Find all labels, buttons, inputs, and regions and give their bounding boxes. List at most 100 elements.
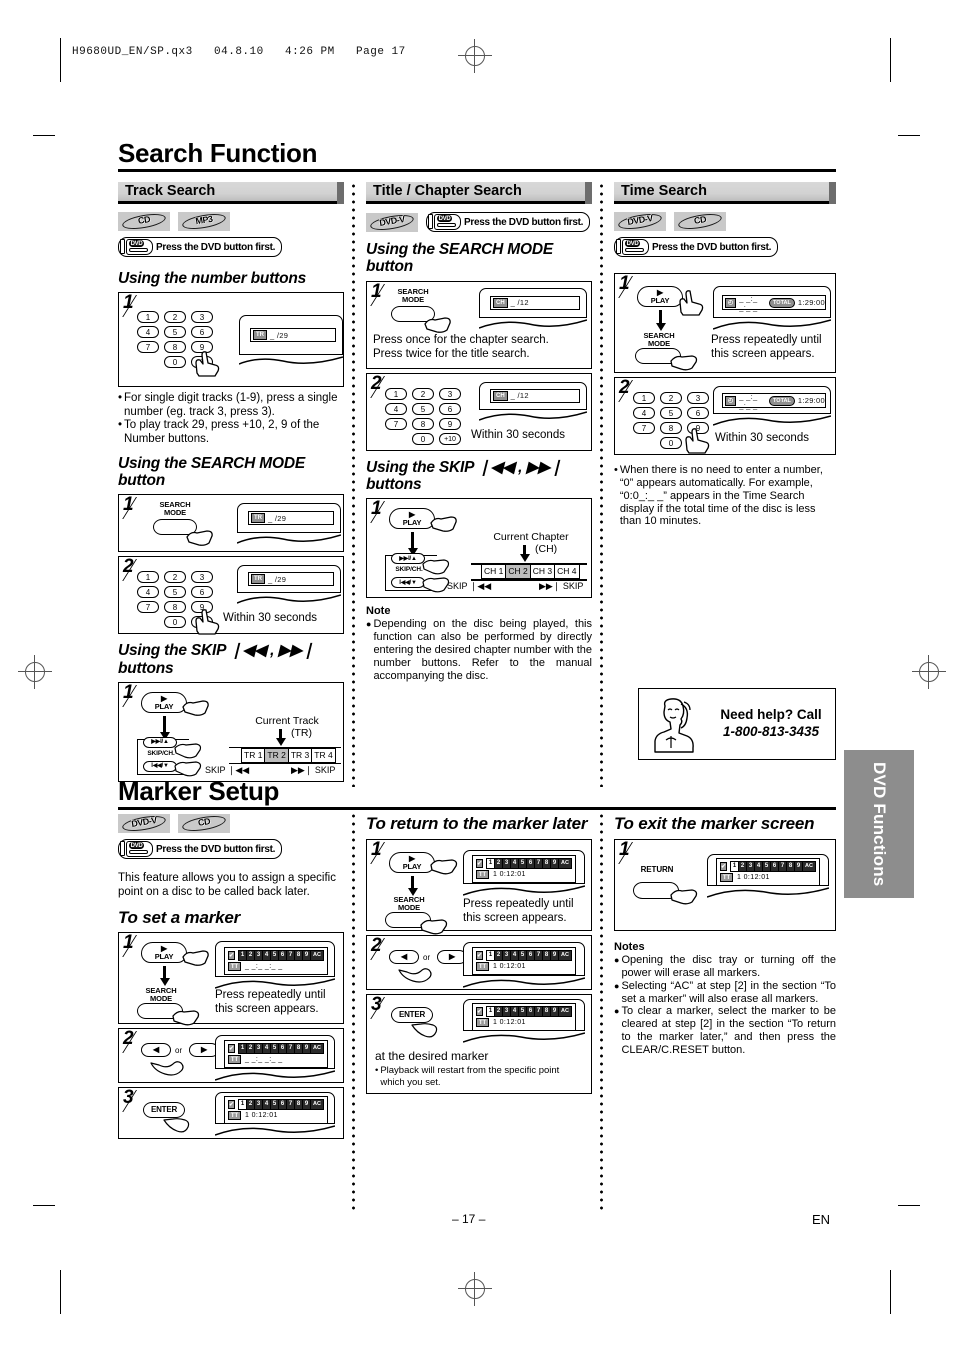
marker-cell-8[interactable]: 8: [543, 859, 552, 869]
key-6[interactable]: 6: [191, 326, 213, 339]
key-5[interactable]: 5: [660, 407, 682, 419]
marker-cell-9[interactable]: 9: [795, 862, 804, 872]
marker-cell-7[interactable]: 7: [287, 951, 296, 961]
key-2[interactable]: 2: [412, 387, 434, 400]
marker-cell-6[interactable]: 6: [279, 1100, 288, 1110]
key-9[interactable]: 9: [439, 417, 461, 430]
marker-cell-ac[interactable]: AC: [559, 951, 572, 961]
key-7[interactable]: 7: [137, 341, 159, 354]
key-6[interactable]: 6: [191, 586, 213, 599]
marker-cell-3[interactable]: 3: [255, 1100, 264, 1110]
marker-cell-8[interactable]: 8: [543, 1007, 552, 1017]
key-plus10[interactable]: +10: [439, 432, 461, 445]
key-8[interactable]: 8: [164, 341, 186, 354]
marker-cell-2[interactable]: 2: [495, 951, 504, 961]
marker-cell-5[interactable]: 5: [271, 951, 280, 961]
marker-cell-2[interactable]: 2: [739, 862, 748, 872]
marker-cell-7[interactable]: 7: [535, 859, 544, 869]
key-2[interactable]: 2: [660, 392, 682, 404]
marker-cell-6[interactable]: 6: [279, 1044, 288, 1054]
marker-cell-2[interactable]: 2: [247, 1100, 256, 1110]
marker-cell-ac[interactable]: AC: [311, 1100, 324, 1110]
marker-cell-8[interactable]: 8: [295, 951, 304, 961]
key-6[interactable]: 6: [687, 407, 709, 419]
marker-cell-7[interactable]: 7: [779, 862, 788, 872]
key-1[interactable]: 1: [385, 387, 407, 400]
skip-down-button[interactable]: I◀◀/▼: [143, 761, 177, 773]
marker-cell-8[interactable]: 8: [787, 862, 796, 872]
marker-cell-1-selected[interactable]: 1: [731, 862, 740, 872]
key-2[interactable]: 2: [164, 311, 186, 324]
marker-cell-8[interactable]: 8: [295, 1044, 304, 1054]
key-0[interactable]: 0: [164, 616, 186, 629]
key-0[interactable]: 0: [164, 356, 186, 369]
key-2[interactable]: 2: [164, 571, 186, 584]
marker-cell-ac[interactable]: AC: [311, 951, 324, 961]
marker-cell-8[interactable]: 8: [543, 951, 552, 961]
key-0[interactable]: 0: [660, 437, 682, 449]
marker-cell-ac[interactable]: AC: [559, 1007, 572, 1017]
marker-cell-4[interactable]: 4: [263, 1100, 272, 1110]
key-3[interactable]: 3: [439, 387, 461, 400]
marker-cell-ac[interactable]: AC: [803, 862, 816, 872]
key-3[interactable]: 3: [191, 571, 213, 584]
marker-cell-9[interactable]: 9: [303, 1044, 312, 1054]
key-4[interactable]: 4: [137, 326, 159, 339]
marker-cell-6[interactable]: 6: [527, 951, 536, 961]
marker-cell-4[interactable]: 4: [263, 951, 272, 961]
marker-cell-3[interactable]: 3: [503, 859, 512, 869]
key-4[interactable]: 4: [385, 402, 407, 415]
key-8[interactable]: 8: [164, 601, 186, 614]
marker-cell-5[interactable]: 5: [763, 862, 772, 872]
marker-cell-8[interactable]: 8: [295, 1100, 304, 1110]
key-4[interactable]: 4: [137, 586, 159, 599]
marker-cell-2[interactable]: 2: [495, 1007, 504, 1017]
marker-cell-1-selected[interactable]: 1: [487, 951, 496, 961]
marker-cell-3[interactable]: 3: [255, 951, 264, 961]
key-1[interactable]: 1: [633, 392, 655, 404]
marker-cell-7[interactable]: 7: [287, 1044, 296, 1054]
marker-cell-3[interactable]: 3: [255, 1044, 264, 1054]
marker-cell-1-selected[interactable]: 1: [239, 1100, 248, 1110]
key-7[interactable]: 7: [137, 601, 159, 614]
marker-cell-4[interactable]: 4: [511, 1007, 520, 1017]
marker-cell-3[interactable]: 3: [747, 862, 756, 872]
marker-cell-4[interactable]: 4: [511, 951, 520, 961]
marker-cell-6[interactable]: 6: [527, 859, 536, 869]
key-3[interactable]: 3: [687, 392, 709, 404]
marker-cell-2[interactable]: 2: [247, 951, 256, 961]
key-8[interactable]: 8: [412, 417, 434, 430]
marker-cell-6[interactable]: 6: [527, 1007, 536, 1017]
key-0[interactable]: 0: [412, 432, 434, 445]
marker-cell-9[interactable]: 9: [303, 951, 312, 961]
marker-cell-9[interactable]: 9: [551, 859, 560, 869]
key-5[interactable]: 5: [164, 326, 186, 339]
marker-cell-5[interactable]: 5: [519, 1007, 528, 1017]
marker-cell-5[interactable]: 5: [519, 859, 528, 869]
marker-cell-ac[interactable]: AC: [311, 1044, 324, 1054]
marker-cell-1[interactable]: 1: [239, 1044, 248, 1054]
marker-cell-2[interactable]: 2: [495, 859, 504, 869]
key-8[interactable]: 8: [660, 422, 682, 434]
marker-cell-ac[interactable]: AC: [559, 859, 572, 869]
skip-up-button[interactable]: ▶▶I/▲: [143, 737, 177, 749]
skip-down-button[interactable]: I◀◀/▼: [391, 577, 425, 589]
marker-cell-7[interactable]: 7: [535, 1007, 544, 1017]
marker-cell-4[interactable]: 4: [511, 859, 520, 869]
key-1[interactable]: 1: [137, 311, 159, 324]
key-6[interactable]: 6: [439, 402, 461, 415]
marker-cell-9[interactable]: 9: [303, 1100, 312, 1110]
marker-cell-3[interactable]: 3: [503, 1007, 512, 1017]
marker-cell-5[interactable]: 5: [271, 1044, 280, 1054]
marker-cell-6[interactable]: 6: [279, 951, 288, 961]
marker-cell-9[interactable]: 9: [551, 951, 560, 961]
key-1[interactable]: 1: [137, 571, 159, 584]
marker-cell-1-selected[interactable]: 1: [487, 1007, 496, 1017]
marker-cell-7[interactable]: 7: [535, 951, 544, 961]
marker-cell-7[interactable]: 7: [287, 1100, 296, 1110]
marker-cell-6[interactable]: 6: [771, 862, 780, 872]
marker-cell-5[interactable]: 5: [519, 951, 528, 961]
key-5[interactable]: 5: [412, 402, 434, 415]
key-5[interactable]: 5: [164, 586, 186, 599]
key-3[interactable]: 3: [191, 311, 213, 324]
